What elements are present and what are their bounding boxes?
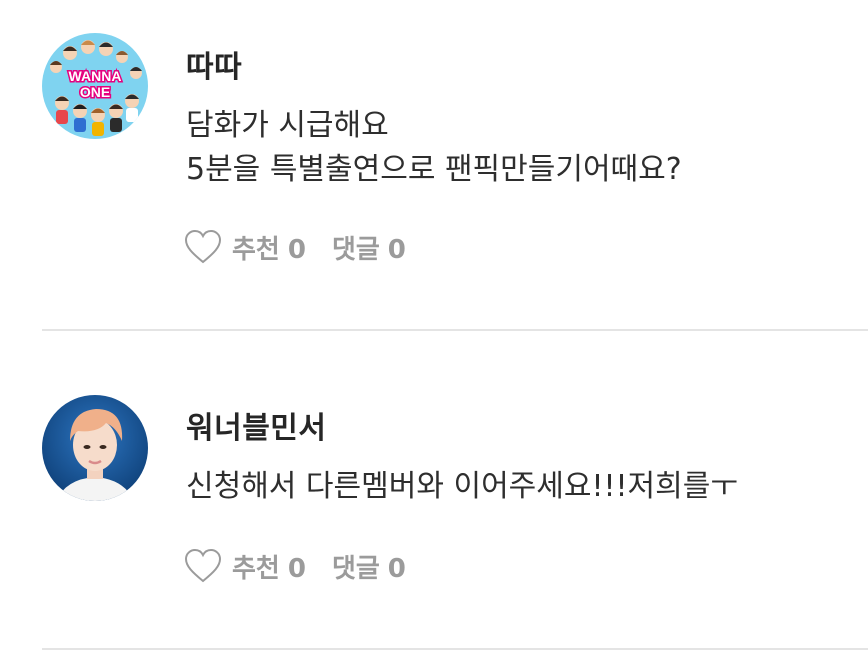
comment-line: 5분을 특별출연으로 팬픽만들기어때요? [186, 152, 682, 187]
svg-text:ONE: ONE [80, 84, 110, 100]
wanna-one-avatar-image: WANNA ONE [42, 33, 148, 139]
svg-text:WANNA: WANNA [69, 68, 122, 84]
like-label: 추천 [232, 234, 280, 265]
like-count: 0 [287, 553, 306, 584]
comment-body: 담화가 시급해요 5분을 특별출연으로 팬픽만들기어때요? [186, 104, 682, 192]
comment-actions: 추천 0 댓글 0 [184, 546, 406, 586]
heart-icon[interactable] [184, 548, 222, 584]
reply-label: 댓글 [331, 234, 380, 265]
reply-count: 0 [387, 234, 406, 265]
comment-item: 워너블민서 신청해서 다른멤버와 이어주세요!!!저희를ㅜ 추천 0 댓글 0 [0, 331, 868, 650]
comment-author[interactable]: 워너블민서 [186, 403, 327, 447]
reply-button[interactable]: 댓글 0 [332, 548, 406, 585]
member-photo-avatar-image [42, 395, 148, 501]
comment-line: 신청해서 다른멤버와 이어주세요!!!저희를ㅜ [186, 469, 738, 504]
like-label: 추천 [232, 553, 280, 584]
like-button[interactable]: 추천 0 [232, 229, 306, 266]
reply-button[interactable]: 댓글 0 [332, 229, 406, 266]
comment-body: 신청해서 다른멤버와 이어주세요!!!저희를ㅜ [186, 465, 738, 509]
comment-actions: 추천 0 댓글 0 [184, 227, 406, 267]
avatar[interactable]: WANNA ONE [42, 33, 148, 139]
comment-author[interactable]: 따따 [186, 42, 242, 86]
like-count: 0 [287, 234, 306, 265]
comment-line: 담화가 시급해요 [186, 108, 389, 143]
comment-item: WANNA ONE 따따 담화가 시급해요 5분을 특별출연으로 팬픽만들기어때… [0, 0, 868, 330]
heart-icon[interactable] [184, 229, 222, 265]
reply-count: 0 [387, 553, 406, 584]
avatar[interactable] [42, 395, 148, 501]
like-button[interactable]: 추천 0 [232, 548, 306, 585]
reply-label: 댓글 [331, 553, 380, 584]
